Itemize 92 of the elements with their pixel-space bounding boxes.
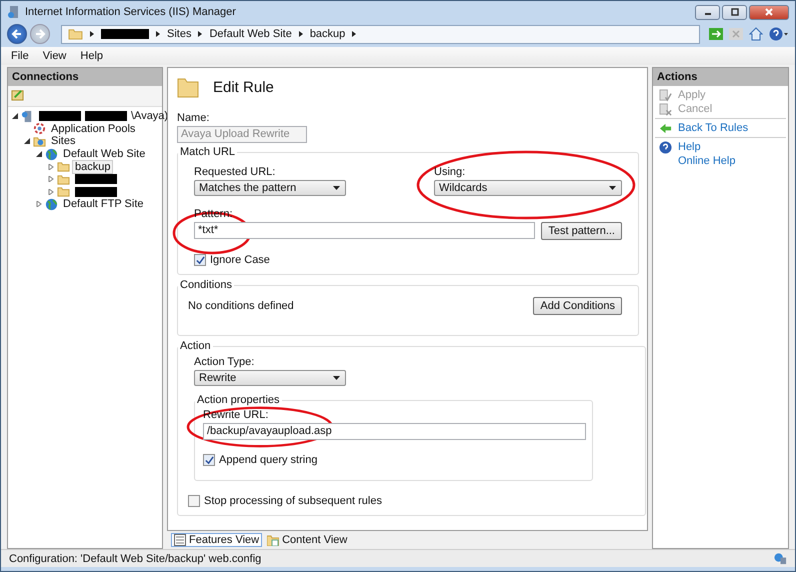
maximize-button[interactable] bbox=[722, 4, 747, 20]
status-text: Configuration: 'Default Web Site/backup' web.config bbox=[9, 552, 262, 564]
redaction-bar bbox=[75, 186, 117, 197]
window-title: Internet Information Services (IIS) Manager bbox=[25, 6, 236, 18]
action-link[interactable]: Online Help bbox=[678, 155, 736, 167]
expand-arrow-icon[interactable] bbox=[48, 188, 54, 195]
server-icon bbox=[7, 5, 21, 19]
group-title: Match URL bbox=[178, 146, 238, 158]
breadcrumb-item[interactable]: Sites bbox=[167, 28, 192, 40]
home-icon[interactable] bbox=[749, 27, 763, 41]
folder-icon bbox=[267, 534, 280, 546]
field-label: Requested URL: bbox=[194, 166, 276, 178]
tree-item[interactable] bbox=[73, 186, 119, 198]
tree-item-label: \Avaya) bbox=[131, 110, 168, 122]
pattern-field[interactable]: *txt* bbox=[194, 222, 536, 239]
collapse-arrow-icon[interactable] bbox=[12, 113, 18, 120]
document-check-icon bbox=[659, 88, 672, 102]
folder-icon bbox=[57, 172, 70, 186]
collapse-arrow-icon[interactable] bbox=[36, 151, 42, 158]
dropdown[interactable]: Matches the pattern bbox=[194, 180, 346, 196]
redaction-bar bbox=[101, 29, 149, 39]
server-icon bbox=[21, 110, 34, 123]
dropdown[interactable]: Wildcards bbox=[434, 180, 622, 196]
expand-arrow-icon[interactable] bbox=[36, 201, 42, 208]
redaction-bar bbox=[39, 111, 81, 122]
checkbox-label: Ignore Case bbox=[210, 254, 270, 266]
tree-item[interactable]: \Avaya) bbox=[37, 110, 170, 122]
address-bar[interactable]: Sites Default Web Site backup bbox=[61, 24, 700, 44]
view-tab[interactable]: Content View bbox=[264, 533, 350, 547]
collapse-arrow-icon[interactable] bbox=[24, 138, 30, 144]
folder-icon bbox=[177, 76, 199, 98]
field-label: Using: bbox=[434, 166, 466, 178]
document-cross-icon bbox=[659, 102, 672, 116]
back-button[interactable] bbox=[7, 24, 27, 44]
view-tab[interactable]: Features View bbox=[171, 533, 262, 547]
minimize-button[interactable] bbox=[695, 4, 720, 20]
menu-item[interactable]: Help bbox=[80, 50, 104, 62]
dropdown[interactable]: Rewrite bbox=[194, 370, 346, 386]
caret-icon bbox=[333, 186, 340, 190]
field-label: Action Type: bbox=[194, 356, 254, 368]
back-arrow-icon bbox=[659, 122, 672, 134]
chevron-icon bbox=[156, 31, 160, 37]
close-icon bbox=[764, 8, 774, 16]
checkbox-label: Stop processing of subsequent rules bbox=[204, 495, 382, 507]
help-icon bbox=[659, 140, 672, 154]
back-arrow-icon bbox=[11, 28, 23, 40]
menu-item[interactable]: File bbox=[11, 50, 29, 62]
field-label: Name: bbox=[177, 112, 210, 124]
chevron-icon bbox=[198, 31, 202, 37]
caret-icon bbox=[333, 376, 340, 380]
empty-message: No conditions defined bbox=[188, 300, 294, 312]
group-title: Action bbox=[178, 340, 213, 352]
folder-icon bbox=[33, 134, 46, 148]
breadcrumb-item[interactable]: Default Web Site bbox=[209, 28, 292, 40]
test-pattern-button[interactable]: Test pattern... bbox=[541, 222, 622, 240]
globe-icon bbox=[45, 148, 58, 161]
chevron-icon bbox=[298, 31, 303, 37]
tree-item[interactable] bbox=[73, 173, 119, 186]
breadcrumb-item[interactable]: backup bbox=[310, 28, 346, 40]
help-icon[interactable] bbox=[769, 27, 789, 41]
list-icon bbox=[174, 534, 186, 546]
close-button[interactable] bbox=[749, 4, 789, 20]
action-link[interactable]: Help bbox=[678, 141, 701, 153]
redaction-bar bbox=[85, 111, 127, 122]
page-title: Edit Rule bbox=[213, 78, 274, 96]
expand-arrow-icon[interactable] bbox=[48, 164, 54, 170]
folder-icon bbox=[57, 160, 70, 174]
field-label: Rewrite URL: bbox=[203, 409, 268, 421]
checkbox[interactable] bbox=[188, 495, 200, 507]
panel-header: Actions bbox=[653, 68, 788, 86]
panel-header: Connections bbox=[8, 68, 162, 86]
folder-icon bbox=[68, 28, 83, 40]
gear-icon bbox=[33, 122, 46, 136]
action-link[interactable]: Back To Rules bbox=[678, 122, 748, 134]
checkbox-label: Append query string bbox=[219, 454, 318, 466]
folder-icon bbox=[57, 185, 70, 198]
add-conditions-button[interactable]: Add Conditions bbox=[533, 297, 622, 315]
globe-icon bbox=[45, 198, 58, 211]
rewrite-url-field[interactable]: /backup/avayaupload.asp bbox=[203, 423, 586, 440]
checkbox[interactable] bbox=[194, 254, 206, 266]
maximize-icon bbox=[730, 8, 740, 16]
redaction-bar bbox=[75, 174, 117, 184]
forward-arrow-icon bbox=[34, 28, 46, 40]
menu-item[interactable]: View bbox=[42, 50, 66, 62]
group-title: Conditions bbox=[178, 279, 234, 291]
forward-button[interactable] bbox=[30, 24, 50, 44]
expand-arrow-icon[interactable] bbox=[48, 176, 54, 182]
checkbox[interactable] bbox=[203, 454, 215, 466]
chevron-icon bbox=[90, 31, 94, 37]
group-title: Action properties bbox=[195, 394, 282, 406]
chevron-icon bbox=[352, 31, 356, 37]
caret-icon bbox=[609, 186, 616, 190]
